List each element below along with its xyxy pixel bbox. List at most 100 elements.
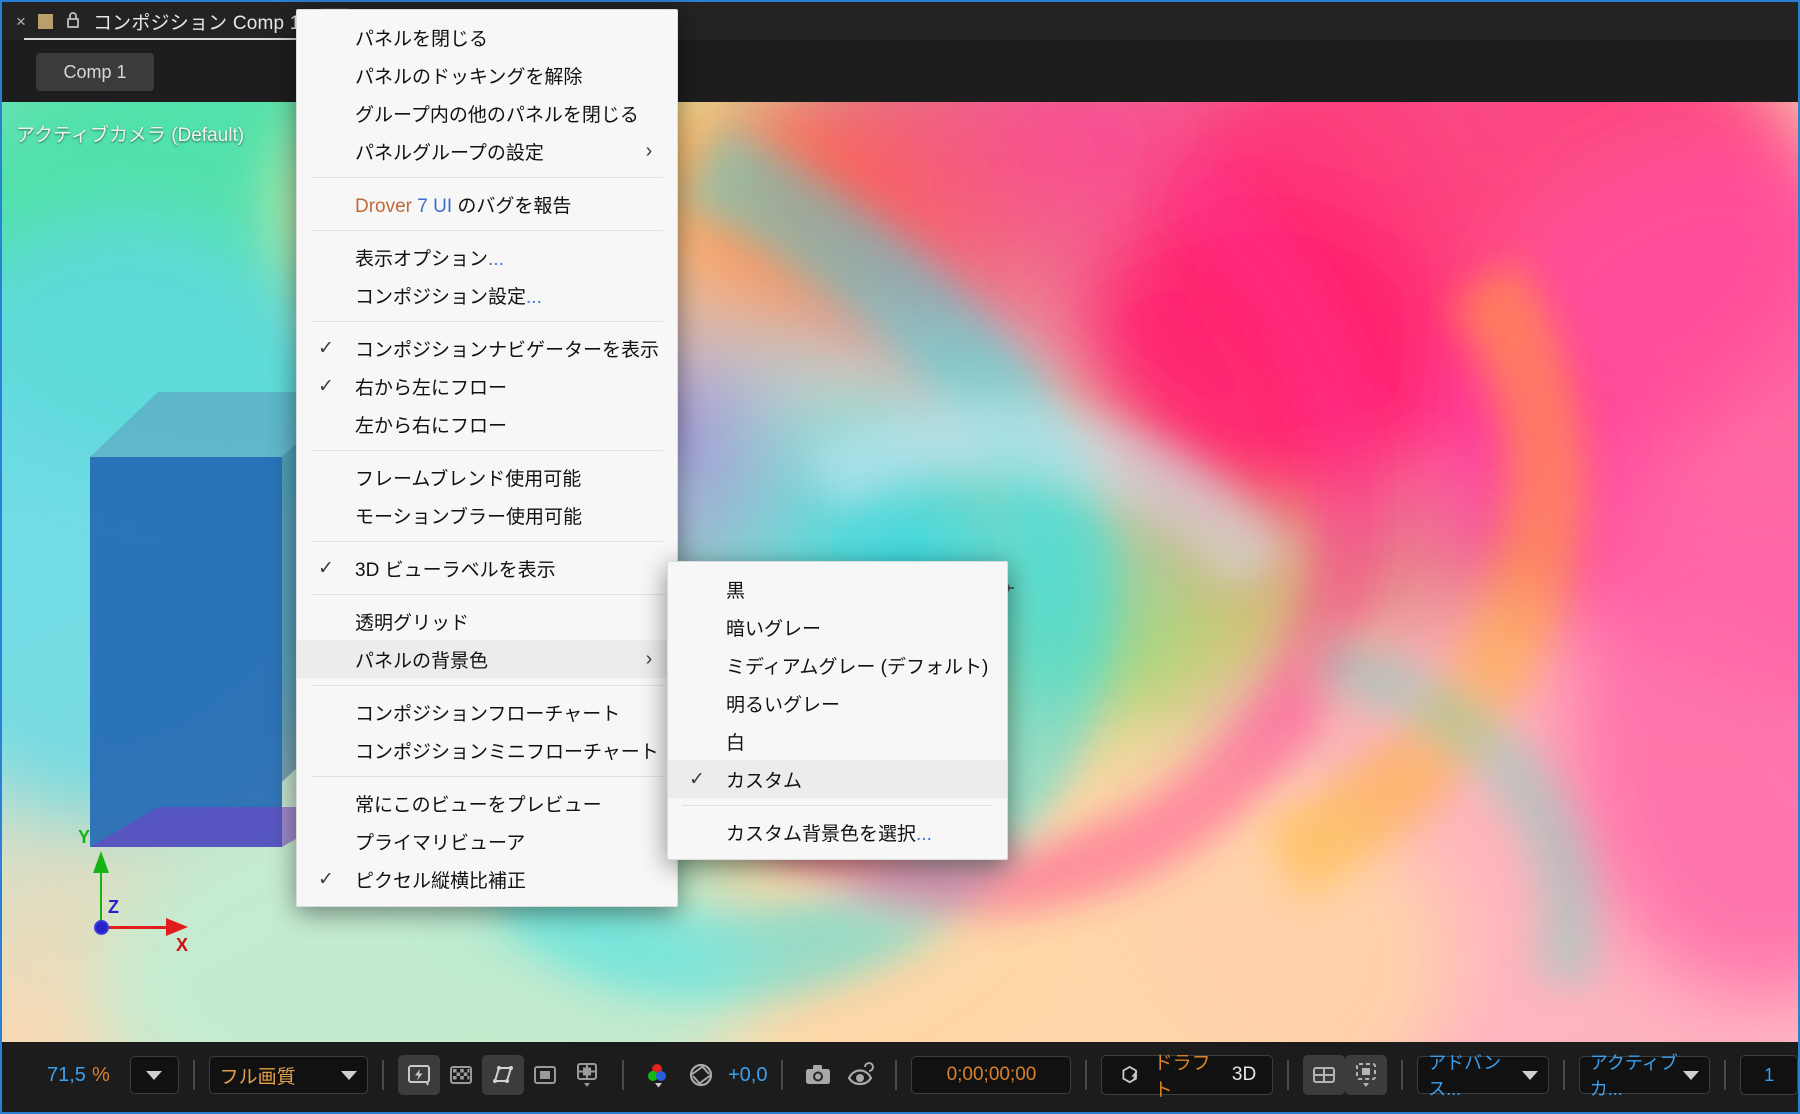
zoom-level: 71,5% bbox=[47, 1064, 110, 1087]
proportional-grid-icon[interactable] bbox=[524, 1055, 566, 1095]
panel-menu-item-item[interactable]: 左から右にフロー bbox=[297, 405, 677, 443]
panel-menu-separator bbox=[311, 177, 663, 178]
toolbar-divider bbox=[1401, 1060, 1403, 1090]
box-front-face bbox=[90, 457, 282, 847]
panel-menu-item-label: 常にこのビューをプレビュー bbox=[355, 790, 635, 817]
panel-menu-item-label: パネルのドッキングを解除 bbox=[355, 62, 635, 89]
panel-menu-item-label: プライマリビューア bbox=[355, 828, 635, 855]
panel-menu-item-label: ピクセル縦横比補正 bbox=[355, 866, 635, 893]
panel-menu-item-3d[interactable]: ✓3D ビューラベルを表示 bbox=[297, 549, 677, 587]
transparency-grid-icon[interactable] bbox=[440, 1055, 482, 1095]
breadcrumb[interactable]: Comp 1 bbox=[36, 53, 154, 91]
panel-menu-item-item[interactable]: コンポジションフローチャート bbox=[297, 693, 677, 731]
exposure-value[interactable]: +0,0 bbox=[728, 1064, 767, 1087]
check-icon: ✓ bbox=[297, 557, 355, 580]
resolution-dropdown[interactable]: フル画質 bbox=[209, 1056, 368, 1094]
panel-menu-item-item[interactable]: モーションブラー使用可能 bbox=[297, 496, 677, 534]
panel-menu-separator bbox=[311, 594, 663, 595]
toolbar-divider bbox=[895, 1060, 897, 1090]
toolbar-divider bbox=[382, 1060, 384, 1090]
toolbar-divider bbox=[622, 1060, 624, 1090]
panel-menu-item-label: モーションブラー使用可能 bbox=[355, 502, 635, 529]
background-submenu-item-item[interactable]: 黒 bbox=[668, 570, 1007, 608]
panel-menu-item-label: コンポジションミニフローチャート bbox=[355, 737, 659, 764]
extended-viewer-icon[interactable] bbox=[1345, 1055, 1387, 1095]
toolbar-divider bbox=[781, 1060, 783, 1090]
exposure-aperture-icon[interactable] bbox=[680, 1055, 722, 1095]
axis-arrow-x-icon bbox=[166, 918, 188, 936]
panel-menu-item-drover-7-ui[interactable]: Drover 7 UI のバグを報告 bbox=[297, 185, 677, 223]
view-layout-dropdown[interactable]: 1 bbox=[1740, 1055, 1798, 1095]
toolbar-divider bbox=[193, 1060, 195, 1090]
panel-menu-item-label: パネルを閉じる bbox=[355, 24, 635, 51]
resolution-label: フル画質 bbox=[220, 1062, 296, 1089]
check-icon: ✓ bbox=[668, 768, 726, 791]
panel-menu-item-item[interactable]: コンポジションミニフローチャート bbox=[297, 731, 677, 769]
panel-menu-item-item[interactable]: プライマリビューア bbox=[297, 822, 677, 860]
panel-menu-item-item[interactable]: ✓右から左にフロー bbox=[297, 367, 677, 405]
panel-menu-item-item[interactable]: 透明グリッド bbox=[297, 602, 677, 640]
panel-menu-item-label: コンポジションナビゲーターを表示 bbox=[355, 335, 659, 362]
background-submenu-item-item[interactable]: 白 bbox=[668, 722, 1007, 760]
panel-menu-item-label: パネルの背景色 bbox=[355, 646, 635, 673]
chevron-down-icon bbox=[146, 1071, 162, 1080]
draft-3d-label: ドラフト bbox=[1154, 1048, 1222, 1102]
composition-navigator: Comp 1 bbox=[2, 40, 1798, 102]
panel-menu-item-item[interactable]: ✓コンポジションナビゲーターを表示 bbox=[297, 329, 677, 367]
panel-menu-item-item[interactable]: ✓ピクセル縦横比補正 bbox=[297, 860, 677, 898]
panel-menu-separator bbox=[311, 776, 663, 777]
chevron-down-icon bbox=[1522, 1071, 1538, 1080]
take-snapshot-icon[interactable] bbox=[797, 1055, 839, 1095]
background-submenu-item-label: カスタム背景色を選択... bbox=[726, 819, 965, 846]
panel-context-menu[interactable]: パネルを閉じるパネルのドッキングを解除グループ内の他のパネルを閉じるパネルグルー… bbox=[296, 9, 678, 907]
panel-menu-item-item[interactable]: パネルのドッキングを解除 bbox=[297, 56, 677, 94]
renderer-dropdown[interactable]: アドバンス... bbox=[1417, 1056, 1549, 1094]
zoom-dropdown[interactable] bbox=[130, 1056, 178, 1094]
background-submenu-item-item[interactable]: カスタム背景色を選択... bbox=[668, 813, 1007, 851]
panel-menu-item-item[interactable]: コンポジション設定... bbox=[297, 276, 677, 314]
background-submenu-item-item[interactable]: 暗いグレー bbox=[668, 608, 1007, 646]
background-submenu-item-item[interactable]: ✓カスタム bbox=[668, 760, 1007, 798]
panel-menu-item-item[interactable]: パネルを閉じる bbox=[297, 18, 677, 56]
panel-menu-separator bbox=[311, 321, 663, 322]
camera-dropdown[interactable]: アクティブカ... bbox=[1579, 1056, 1711, 1094]
background-submenu-item-item[interactable]: ミディアムグレー (デフォルト) bbox=[668, 646, 1007, 684]
panel-menu-item-item[interactable]: 常にこのビューをプレビュー bbox=[297, 784, 677, 822]
close-icon[interactable]: × bbox=[16, 13, 26, 30]
fast-previews-icon[interactable] bbox=[398, 1055, 440, 1095]
region-of-interest-icon[interactable] bbox=[482, 1055, 524, 1095]
current-timecode[interactable]: 0;00;00;00 bbox=[911, 1056, 1071, 1094]
background-submenu-item-item[interactable]: 明るいグレー bbox=[668, 684, 1007, 722]
background-submenu-separator bbox=[682, 805, 993, 806]
toolbar-divider bbox=[1563, 1060, 1565, 1090]
channel-color-icon[interactable] bbox=[638, 1055, 680, 1095]
after-effects-composition-panel: アクティブカメラ (Default) Y Z X × コンポジション Comp bbox=[0, 0, 1800, 1114]
panel-menu-item-label: 3D ビューラベルを表示 bbox=[355, 555, 635, 582]
lock-icon[interactable] bbox=[65, 12, 81, 30]
panel-menu-item-item[interactable]: 表示オプション... bbox=[297, 238, 677, 276]
panel-background-color-submenu[interactable]: 黒暗いグレーミディアムグレー (デフォルト) 明るいグレー白 ✓カスタムカスタム背景… bbox=[667, 561, 1008, 860]
panel-menu-item-item[interactable]: グループ内の他のパネルを閉じる bbox=[297, 94, 677, 132]
panel-menu-item-item[interactable]: フレームブレンド使用可能 bbox=[297, 458, 677, 496]
panel-title: コンポジション Comp 1 bbox=[93, 8, 301, 35]
toolbar-divider bbox=[1287, 1060, 1289, 1090]
axis-line-y bbox=[100, 859, 102, 927]
panel-menu-item-label: 右から左にフロー bbox=[355, 373, 635, 400]
panel-menu-item-label: 表示オプション... bbox=[355, 244, 635, 271]
draft-3d-suffix: 3D bbox=[1232, 1064, 1256, 1086]
panel-menu-item-item[interactable]: パネルグループの設定› bbox=[297, 132, 677, 170]
show-snapshot-icon[interactable] bbox=[839, 1055, 881, 1095]
active-camera-label: アクティブカメラ (Default) bbox=[16, 120, 244, 147]
panel-menu-item-label: 透明グリッド bbox=[355, 608, 635, 635]
panel-menu-item-label: コンポジションフローチャート bbox=[355, 699, 635, 726]
3d-ground-plane-icon[interactable] bbox=[1303, 1055, 1345, 1095]
background-submenu-item-label: 黒 bbox=[726, 576, 965, 603]
draft-3d-button[interactable]: ドラフト 3D bbox=[1101, 1055, 1273, 1095]
panel-menu-item-label: Drover 7 UI のバグを報告 bbox=[355, 191, 635, 218]
panel-menu-item-item[interactable]: パネルの背景色› bbox=[297, 640, 677, 678]
zoom-percent-sign: % bbox=[92, 1064, 110, 1086]
grid-guides-icon[interactable] bbox=[566, 1055, 608, 1095]
background-submenu-item-label: 明るいグレー bbox=[726, 690, 965, 717]
background-submenu-item-label: 白 bbox=[726, 728, 965, 755]
panel-menu-separator bbox=[311, 450, 663, 451]
